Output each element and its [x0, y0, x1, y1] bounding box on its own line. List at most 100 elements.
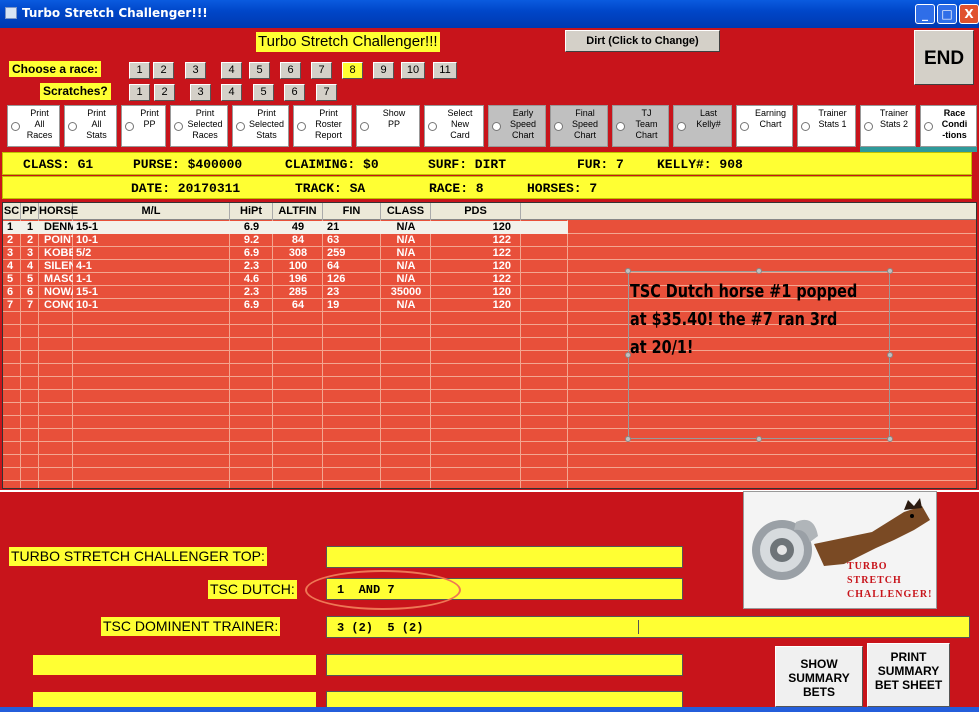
- resize-handle[interactable]: [887, 268, 893, 274]
- column-header[interactable]: CLASS: [381, 203, 431, 220]
- blank-field-1[interactable]: [326, 654, 683, 676]
- resize-handle[interactable]: [625, 436, 631, 442]
- scratch-button-3[interactable]: 3: [190, 84, 211, 101]
- option-14[interactable]: Trainer Stats 2: [860, 105, 916, 147]
- radio-icon[interactable]: [740, 122, 749, 131]
- print-summary-bet-sheet-button[interactable]: PRINT SUMMARY BET SHEET: [867, 643, 950, 707]
- option-15[interactable]: Race Condi -tions: [920, 105, 977, 147]
- race-button-8[interactable]: 8: [342, 62, 363, 79]
- column-header[interactable]: SC: [3, 203, 21, 220]
- end-button[interactable]: END: [914, 30, 974, 85]
- radio-icon[interactable]: [492, 122, 501, 131]
- resize-handle[interactable]: [625, 268, 631, 274]
- option-label: Trainer Stats 1: [818, 108, 847, 129]
- table-cell: N/A: [396, 221, 416, 233]
- option-0[interactable]: Print All Races: [7, 105, 60, 147]
- radio-icon[interactable]: [360, 122, 369, 131]
- option-11[interactable]: Last Kelly#: [673, 105, 732, 147]
- note-text: TSC Dutch horse #1 popped at $35.40! the…: [630, 278, 857, 362]
- surface-toggle-button[interactable]: Dirt (Click to Change): [565, 30, 720, 52]
- radio-icon[interactable]: [554, 122, 563, 131]
- table-cell: 49: [291, 221, 305, 233]
- option-9[interactable]: Final Speed Chart: [550, 105, 608, 147]
- race-button-6[interactable]: 6: [280, 62, 301, 79]
- radio-icon[interactable]: [125, 122, 134, 131]
- tsc-trainer-field[interactable]: 3 (2) 5 (2): [326, 616, 970, 638]
- table-cell: 23: [327, 286, 340, 298]
- scratch-button-1[interactable]: 1: [129, 84, 150, 101]
- minimize-button[interactable]: _: [915, 4, 935, 24]
- maximize-button[interactable]: □: [937, 4, 957, 24]
- table-row[interactable]: 11 DENMAN'S CALL15-1 6.9 49 21 N/A 120: [3, 221, 568, 234]
- option-10[interactable]: TJ Team Chart: [612, 105, 669, 147]
- radio-icon[interactable]: [677, 122, 686, 131]
- column-header[interactable]: ALTFIN: [273, 203, 323, 220]
- resize-handle[interactable]: [756, 436, 762, 442]
- option-3[interactable]: Print Selected Races: [170, 105, 228, 147]
- race-button-9[interactable]: 9: [373, 62, 394, 79]
- table-cell: 259: [327, 247, 346, 259]
- option-12[interactable]: Earning Chart: [736, 105, 793, 147]
- table-row[interactable]: 55 MASOCHISTIC1-1 4.6 196 126 N/A 122: [3, 273, 568, 286]
- radio-icon[interactable]: [68, 122, 77, 131]
- radio-icon[interactable]: [428, 122, 437, 131]
- column-header[interactable]: HORSE NAME: [39, 203, 78, 234]
- table-row[interactable]: 66 NOWALKING15-1 2.3 285 23 35000 120: [3, 286, 568, 299]
- scratch-button-6[interactable]: 6: [284, 84, 305, 101]
- option-5[interactable]: Print Roster Report: [293, 105, 352, 147]
- column-header[interactable]: HiPt: [230, 203, 273, 220]
- race-button-2[interactable]: 2: [153, 62, 174, 79]
- option-7[interactable]: Select New Card: [424, 105, 484, 147]
- scratch-button-5[interactable]: 5: [253, 84, 274, 101]
- option-label: Print All Stats: [86, 108, 107, 140]
- table-row[interactable]: 44 SILENT BIRD4-1 2.3 100 64 N/A 120: [3, 260, 568, 273]
- table-cell: 5/2: [76, 247, 92, 259]
- table-cell: 4: [26, 260, 34, 272]
- tsc-top-field[interactable]: [326, 546, 683, 568]
- race-button-11[interactable]: 11: [433, 62, 457, 79]
- table-cell: 10-1: [76, 234, 99, 246]
- resize-handle[interactable]: [756, 268, 762, 274]
- scratch-button-2[interactable]: 2: [154, 84, 175, 101]
- race-button-3[interactable]: 3: [185, 62, 206, 79]
- race-button-4[interactable]: 4: [221, 62, 242, 79]
- taskbar: [0, 707, 979, 712]
- show-summary-bets-button[interactable]: SHOW SUMMARY BETS: [775, 646, 863, 707]
- app-icon: [5, 7, 17, 19]
- race-button-10[interactable]: 10: [401, 62, 425, 79]
- option-13[interactable]: Trainer Stats 1: [797, 105, 856, 147]
- scratch-button-4[interactable]: 4: [221, 84, 242, 101]
- column-header[interactable]: M/L: [73, 203, 230, 220]
- resize-handle[interactable]: [887, 436, 893, 442]
- furlong-info: FUR: 7: [577, 157, 624, 172]
- option-4[interactable]: Print Selected Stats: [232, 105, 289, 147]
- option-8[interactable]: Early Speed Chart: [488, 105, 546, 147]
- option-1[interactable]: Print All Stats: [64, 105, 117, 147]
- radio-icon[interactable]: [924, 122, 933, 131]
- race-button-7[interactable]: 7: [311, 62, 332, 79]
- table-cell: 120: [492, 260, 511, 272]
- table-row[interactable]: 33 KOBE'S BACK5/2 6.9 308 259 N/A 122: [3, 247, 568, 260]
- radio-icon[interactable]: [236, 122, 245, 131]
- race-button-5[interactable]: 5: [249, 62, 270, 79]
- radio-icon[interactable]: [801, 122, 810, 131]
- column-header[interactable]: PP: [21, 203, 39, 220]
- scratch-button-7[interactable]: 7: [316, 84, 337, 101]
- option-6[interactable]: Show PP: [356, 105, 420, 147]
- table-row[interactable]: 22 POINT PIPER10-1 9.2 84 63 N/A 122: [3, 234, 568, 247]
- option-2[interactable]: Print PP: [121, 105, 166, 147]
- resize-handle[interactable]: [887, 352, 893, 358]
- radio-icon[interactable]: [297, 122, 306, 131]
- radio-icon[interactable]: [174, 122, 183, 131]
- table-cell: 2.3: [243, 260, 260, 272]
- table-cell: 3: [7, 247, 14, 259]
- option-label: Earning Chart: [754, 108, 787, 129]
- column-header[interactable]: FIN: [323, 203, 381, 220]
- table-row[interactable]: 77 CONQUEST COBRA10-1 6.9 64 19 N/A 120: [3, 299, 568, 312]
- close-button[interactable]: X: [959, 4, 979, 24]
- radio-icon[interactable]: [616, 122, 625, 131]
- column-header[interactable]: PDS: [431, 203, 521, 220]
- race-button-1[interactable]: 1: [129, 62, 150, 79]
- radio-icon[interactable]: [864, 122, 873, 131]
- radio-icon[interactable]: [11, 122, 20, 131]
